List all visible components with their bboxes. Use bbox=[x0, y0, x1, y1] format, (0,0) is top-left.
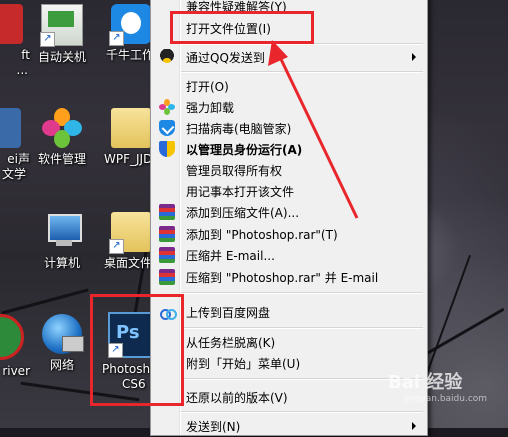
watermark-url: jingyan.baidu.com bbox=[404, 394, 488, 404]
baidu-jingyan-watermark: Bai 经验 bbox=[388, 372, 463, 393]
annotation-arrow-icon bbox=[268, 40, 359, 219]
